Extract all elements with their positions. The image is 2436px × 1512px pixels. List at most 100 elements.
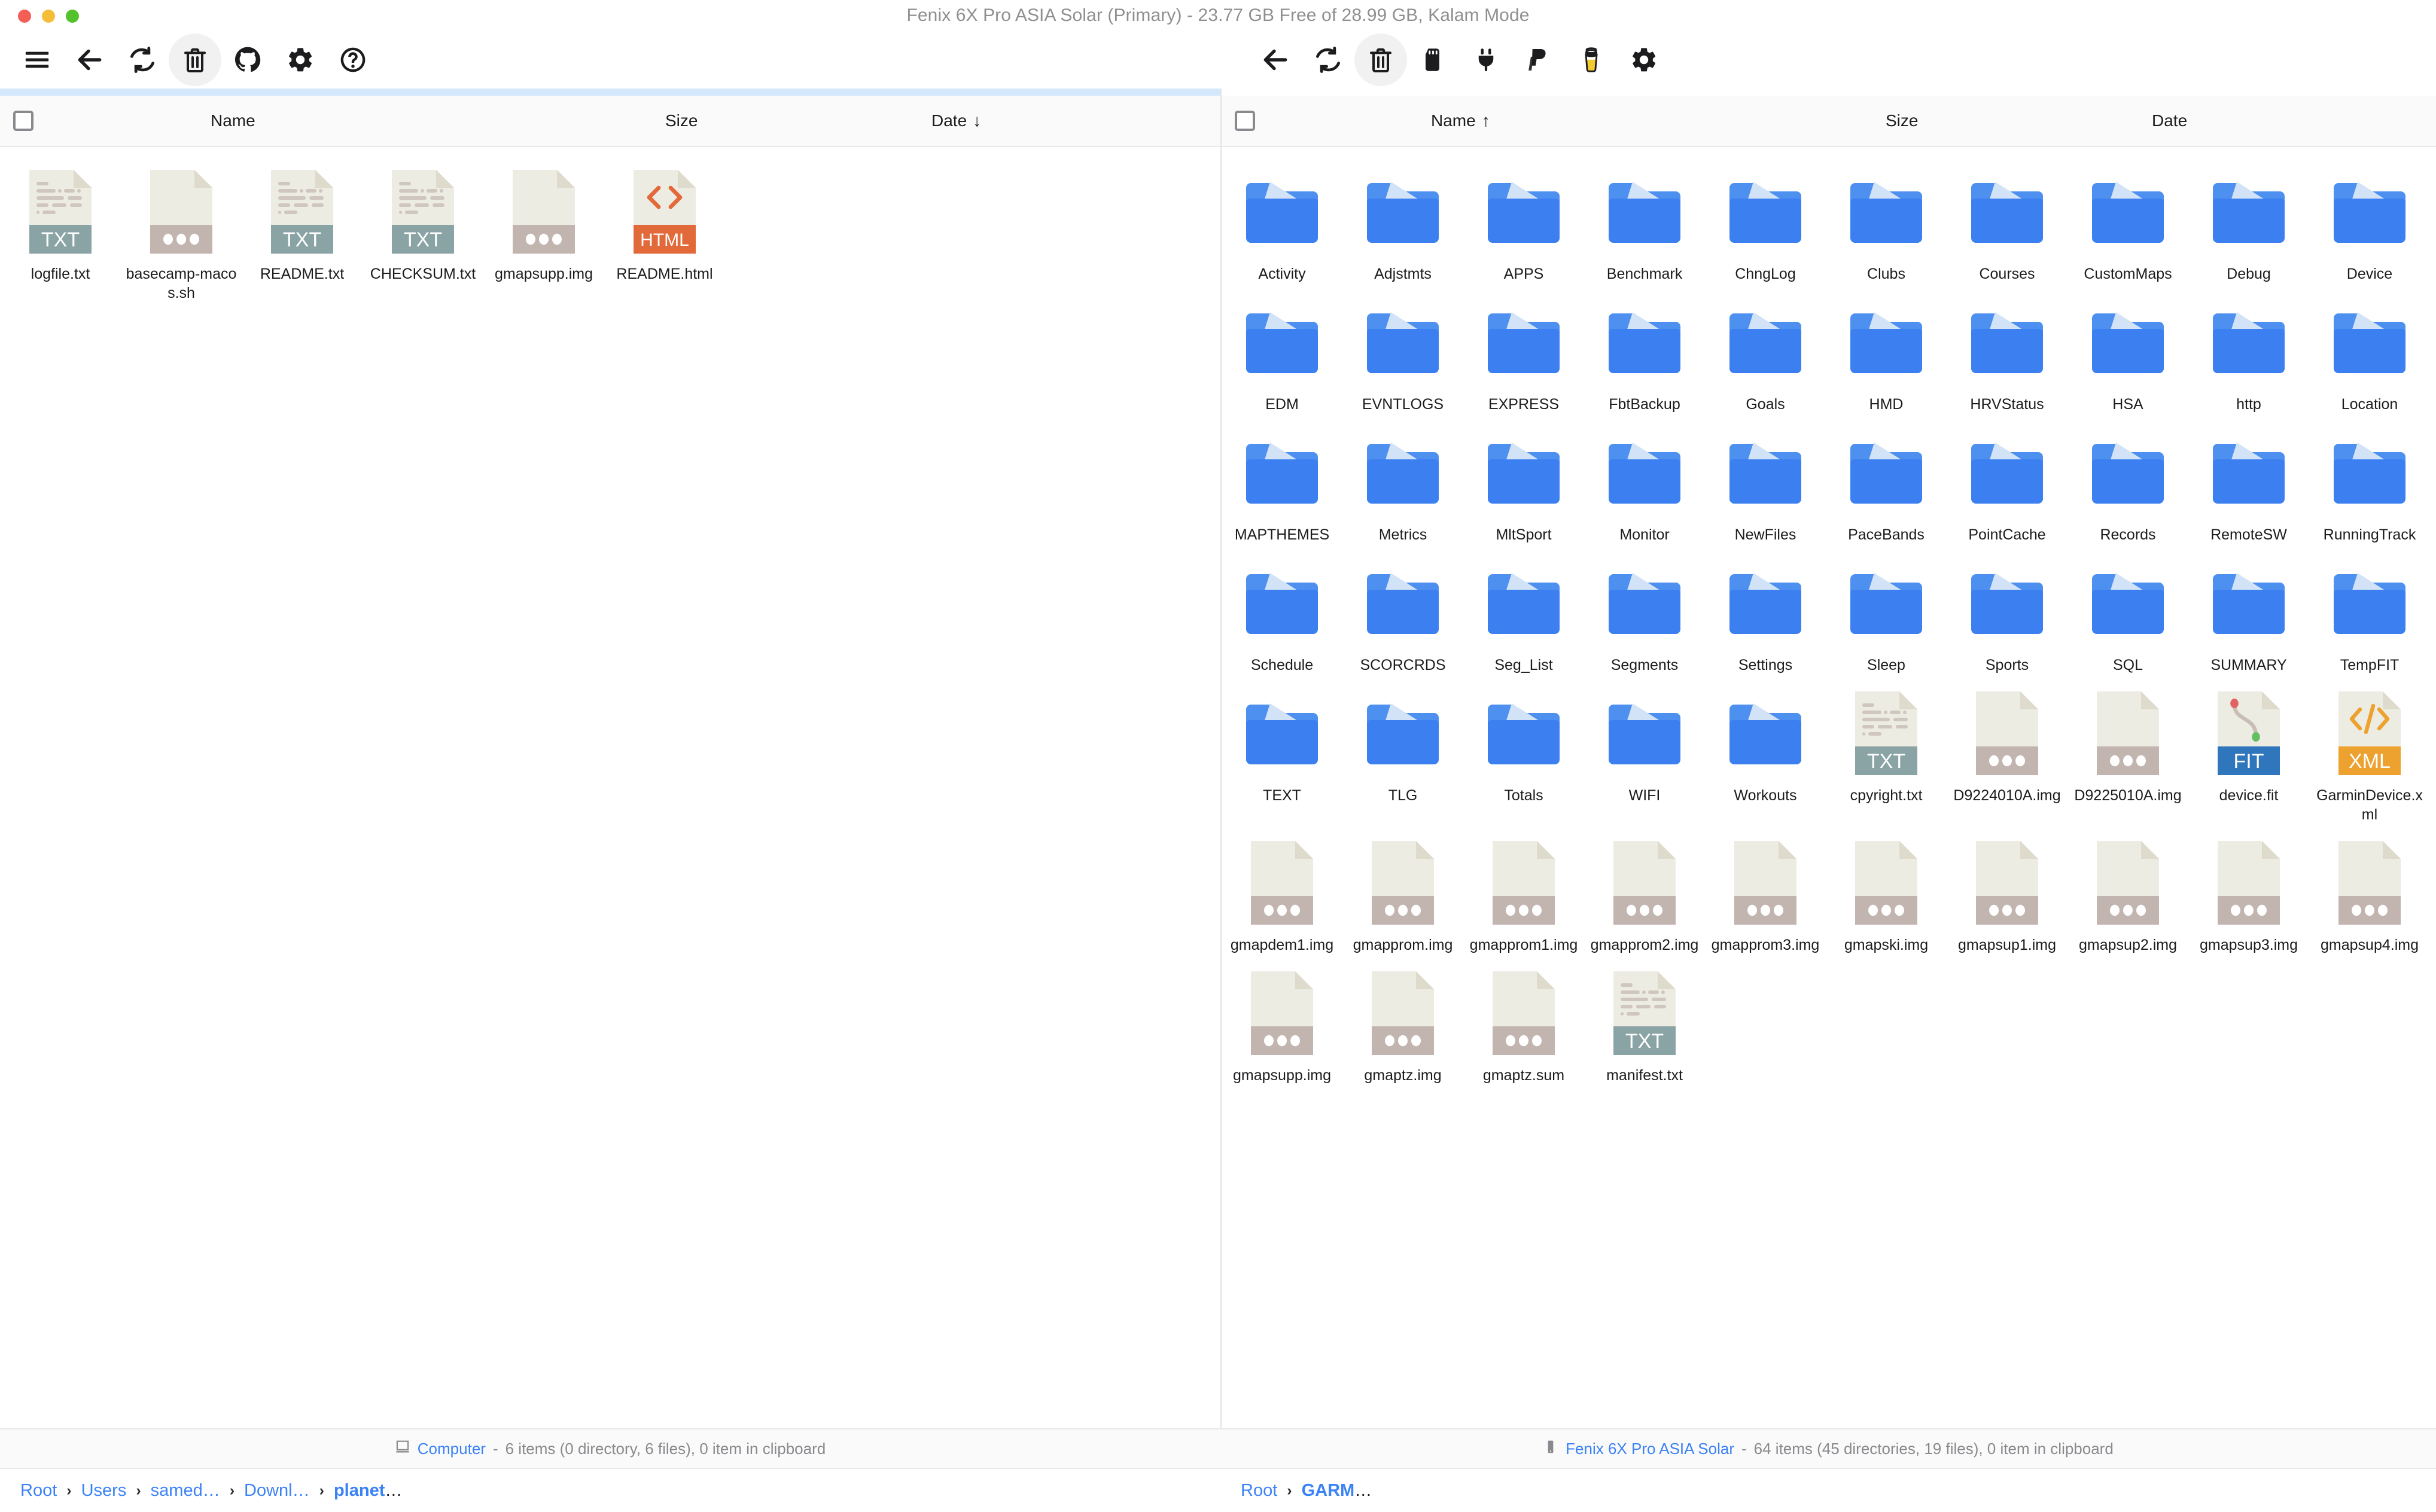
file-item[interactable]: TXT logfile.txt	[0, 161, 121, 311]
folder-item[interactable]: HMD	[1826, 292, 1947, 422]
file-item[interactable]: gmapsup3.img	[2188, 833, 2309, 963]
folder-item[interactable]: HRVStatus	[1947, 292, 2067, 422]
folder-item[interactable]: TEXT	[1222, 683, 1342, 833]
file-item[interactable]: gmapski.img	[1826, 833, 1947, 963]
file-item[interactable]: gmapsupp.img	[483, 161, 604, 311]
breadcrumb-item[interactable]: samed…	[151, 1481, 220, 1501]
folder-item[interactable]: Records	[2067, 422, 2188, 553]
refresh-button[interactable]	[116, 33, 169, 86]
file-item[interactable]: gmaptz.sum	[1463, 963, 1584, 1093]
folder-item[interactable]: WIFI	[1584, 683, 1705, 833]
file-item[interactable]: FIT device.fit	[2188, 683, 2309, 833]
column-header-size[interactable]: Size	[1886, 111, 1918, 130]
file-item[interactable]: basecamp-macos.sh	[121, 161, 242, 311]
file-item[interactable]: gmapsup2.img	[2067, 833, 2188, 963]
beer-cup-button[interactable]	[1565, 33, 1618, 86]
folder-item[interactable]: http	[2188, 292, 2309, 422]
breadcrumb-item[interactable]: Downl…	[244, 1481, 310, 1501]
settings-gear-button[interactable]	[274, 33, 327, 86]
folder-item[interactable]: APPS	[1463, 161, 1584, 292]
folder-item[interactable]: TempFIT	[2309, 553, 2430, 683]
folder-item[interactable]: Segments	[1584, 553, 1705, 683]
folder-item[interactable]: Benchmark	[1584, 161, 1705, 292]
file-item[interactable]: HTML README.html	[604, 161, 725, 311]
left-file-area[interactable]: TXT logfile.txt basecamp-macos.sh TXT RE…	[0, 147, 1220, 1428]
folder-item[interactable]: EVNTLOGS	[1342, 292, 1463, 422]
folder-item[interactable]: Settings	[1705, 553, 1826, 683]
select-all-checkbox[interactable]	[13, 111, 34, 131]
file-item[interactable]: TXT manifest.txt	[1584, 963, 1705, 1093]
folder-item[interactable]: TLG	[1342, 683, 1463, 833]
folder-item[interactable]: RemoteSW	[2188, 422, 2309, 553]
breadcrumb-item[interactable]: GARM…	[1302, 1481, 1372, 1501]
folder-item[interactable]: Sleep	[1826, 553, 1947, 683]
folder-item[interactable]: Sports	[1947, 553, 2067, 683]
folder-item[interactable]: PointCache	[1947, 422, 2067, 553]
file-item[interactable]: TXT cpyright.txt	[1826, 683, 1947, 833]
file-item[interactable]: gmapprom3.img	[1705, 833, 1826, 963]
folder-item[interactable]: Courses	[1947, 161, 2067, 292]
file-item[interactable]: gmapprom1.img	[1463, 833, 1584, 963]
folder-item[interactable]: Schedule	[1222, 553, 1342, 683]
column-header-size[interactable]: Size	[665, 111, 698, 130]
github-button[interactable]	[221, 33, 274, 86]
refresh-button[interactable]	[1302, 33, 1354, 86]
delete-button[interactable]	[1354, 33, 1407, 86]
status-device-link[interactable]: Fenix 6X Pro ASIA Solar	[1566, 1440, 1734, 1458]
folder-item[interactable]: NewFiles	[1705, 422, 1826, 553]
help-button[interactable]	[327, 33, 379, 86]
file-item[interactable]: D9224010A.img	[1947, 683, 2067, 833]
column-header-date[interactable]: Date ↓	[931, 111, 981, 130]
folder-item[interactable]: CustomMaps	[2067, 161, 2188, 292]
settings-gear-button[interactable]	[1618, 33, 1670, 86]
file-item[interactable]: gmapprom.img	[1342, 833, 1463, 963]
folder-item[interactable]: HSA	[2067, 292, 2188, 422]
maximize-window-button[interactable]	[66, 10, 79, 23]
file-item[interactable]: gmaptz.img	[1342, 963, 1463, 1093]
paypal-button[interactable]	[1512, 33, 1565, 86]
column-header-name[interactable]: Name	[211, 111, 255, 130]
close-window-button[interactable]	[18, 10, 31, 23]
file-item[interactable]: XML GarminDevice.xml	[2309, 683, 2430, 833]
back-button[interactable]	[1249, 33, 1302, 86]
folder-item[interactable]: Adjstmts	[1342, 161, 1463, 292]
breadcrumb-item[interactable]: Root	[1241, 1481, 1277, 1501]
folder-item[interactable]: Workouts	[1705, 683, 1826, 833]
hamburger-menu-button[interactable]	[11, 33, 63, 86]
folder-item[interactable]: Goals	[1705, 292, 1826, 422]
folder-item[interactable]: Debug	[2188, 161, 2309, 292]
folder-item[interactable]: MltSport	[1463, 422, 1584, 553]
status-device-link[interactable]: Computer	[418, 1440, 486, 1458]
right-file-area[interactable]: Activity Adjstmts APPS Benchmark ChngLog…	[1222, 147, 2436, 1428]
file-item[interactable]: gmapsup1.img	[1947, 833, 2067, 963]
folder-item[interactable]: Metrics	[1342, 422, 1463, 553]
folder-item[interactable]: SCORCRDS	[1342, 553, 1463, 683]
file-item[interactable]: gmapsupp.img	[1222, 963, 1342, 1093]
column-header-name[interactable]: Name ↑	[1431, 111, 1490, 130]
file-item[interactable]: TXT README.txt	[242, 161, 363, 311]
folder-item[interactable]: Location	[2309, 292, 2430, 422]
plug-button[interactable]	[1460, 33, 1512, 86]
sd-card-button[interactable]	[1407, 33, 1460, 86]
breadcrumb-item[interactable]: Users	[81, 1481, 127, 1501]
folder-item[interactable]: ChngLog	[1705, 161, 1826, 292]
minimize-window-button[interactable]	[42, 10, 55, 23]
file-item[interactable]: gmapsup4.img	[2309, 833, 2430, 963]
folder-item[interactable]: MAPTHEMES	[1222, 422, 1342, 553]
folder-item[interactable]: Device	[2309, 161, 2430, 292]
file-item[interactable]: gmapprom2.img	[1584, 833, 1705, 963]
breadcrumb-item[interactable]: planet…	[334, 1481, 402, 1501]
file-item[interactable]: TXT CHECKSUM.txt	[363, 161, 483, 311]
folder-item[interactable]: PaceBands	[1826, 422, 1947, 553]
file-item[interactable]: D9225010A.img	[2067, 683, 2188, 833]
folder-item[interactable]: Clubs	[1826, 161, 1947, 292]
delete-button[interactable]	[169, 33, 221, 86]
breadcrumb-item[interactable]: Root	[20, 1481, 57, 1501]
column-header-date[interactable]: Date	[2152, 111, 2187, 130]
file-item[interactable]: gmapdem1.img	[1222, 833, 1342, 963]
select-all-checkbox[interactable]	[1235, 111, 1255, 131]
folder-item[interactable]: EXPRESS	[1463, 292, 1584, 422]
folder-item[interactable]: SUMMARY	[2188, 553, 2309, 683]
folder-item[interactable]: EDM	[1222, 292, 1342, 422]
folder-item[interactable]: SQL	[2067, 553, 2188, 683]
